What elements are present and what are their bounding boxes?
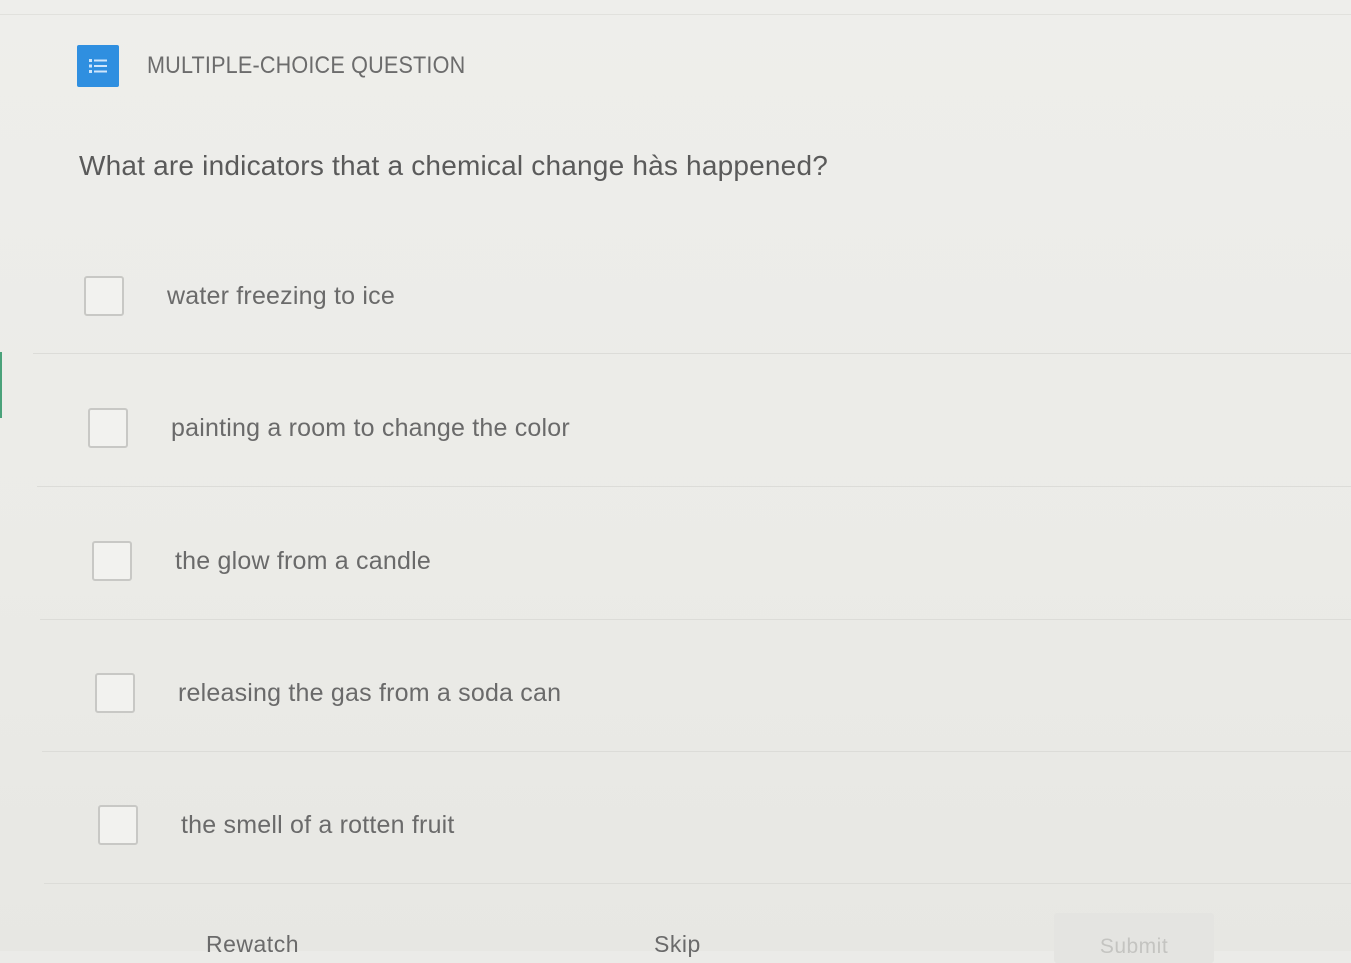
answer-checkbox-5[interactable] [98,805,138,845]
answer-label-5[interactable]: the smell of a rotten fruit [181,811,455,840]
question-page: MULTIPLE-CHOICE QUESTION What are indica… [0,0,1351,963]
skip-button[interactable]: Skip [654,931,701,958]
answer-option-1[interactable]: water freezing to ice [0,230,1351,362]
answer-label-1[interactable]: water freezing to ice [167,282,395,311]
answer-checkbox-1[interactable] [84,276,124,316]
option-divider-3 [40,619,1351,620]
submit-button[interactable]: Submit [1054,913,1214,963]
option-divider-2 [37,486,1351,487]
answer-label-3[interactable]: the glow from a candle [175,547,431,576]
answer-checkbox-2[interactable] [88,408,128,448]
answer-option-3[interactable]: the glow from a candle [0,495,1351,627]
option-divider-1 [33,353,1351,354]
option-divider-4 [42,751,1351,752]
submit-button-label: Submit [1099,935,1169,958]
top-divider [0,14,1351,15]
list-icon [77,45,119,87]
answer-label-4[interactable]: releasing the gas from a soda can [178,679,561,708]
answer-option-5[interactable]: the smell of a rotten fruit [0,759,1351,891]
answer-checkbox-4[interactable] [95,673,135,713]
rewatch-button[interactable]: Rewatch [206,931,299,958]
answer-checkbox-3[interactable] [92,541,132,581]
question-type-header: MULTIPLE-CHOICE QUESTION [77,45,501,87]
answer-option-2[interactable]: painting a room to change the color [0,362,1351,494]
question-text: What are indicators that a chemical chan… [79,150,829,181]
option-divider-5 [44,883,1351,884]
action-bar: Rewatch Skip Submit [0,905,1351,963]
answer-label-2[interactable]: painting a room to change the color [171,414,570,443]
answer-option-4[interactable]: releasing the gas from a soda can [0,627,1351,759]
question-type-label: MULTIPLE-CHOICE QUESTION [147,52,466,79]
